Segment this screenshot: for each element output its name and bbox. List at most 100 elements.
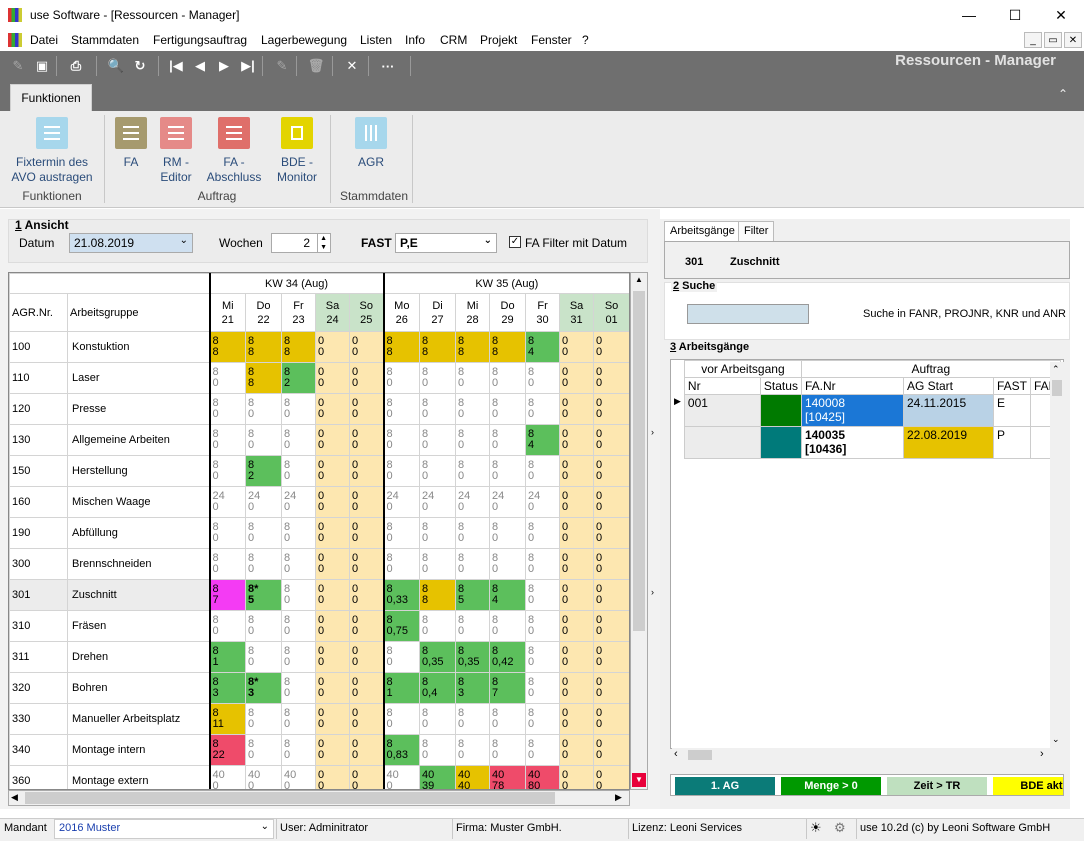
menu-stammdaten[interactable]: Stammdaten [71, 33, 139, 47]
capacity-cell[interactable]: 80 [525, 455, 561, 487]
capacity-cell[interactable]: 80 [525, 641, 561, 673]
capacity-cell[interactable]: 00 [315, 765, 350, 789]
column-agr-nr[interactable]: AGR.Nr. [9, 293, 68, 332]
fixtermin-button[interactable]: Fixtermin des AVO austragen [10, 117, 94, 185]
capacity-cell[interactable]: 80 [281, 393, 316, 425]
grid-horizontal-scrollbar[interactable]: ◀ ▶ [8, 790, 630, 806]
scroll-down-icon[interactable]: ▼ [632, 773, 646, 787]
table-row[interactable]: 130 Allgemeine Arbeiten 8 0 8 0 8 0 0 0 0 0 8 0 8 0 8 0 8 0… [9, 424, 629, 456]
capacity-cell[interactable]: 88 [489, 331, 527, 363]
capacity-cell[interactable]: 80 [419, 517, 457, 549]
capacity-cell[interactable]: 8 0,33 [383, 579, 421, 611]
scroll-right-icon[interactable]: ▶ [615, 792, 622, 803]
capacity-cell[interactable]: 85 [455, 579, 491, 611]
ag-row[interactable]: 140035 [10436] 22.08.2019 P [671, 426, 1061, 459]
capacity-cell[interactable]: 88 [419, 579, 457, 611]
capacity-cell[interactable]: 8 0,4 [419, 672, 457, 704]
menu-projekt[interactable]: Projekt [480, 33, 517, 47]
capacity-cell[interactable]: 00 [315, 331, 350, 363]
scroll-up-icon[interactable]: ⌃ [1052, 364, 1060, 375]
capacity-cell[interactable]: 80 [209, 362, 246, 394]
table-row[interactable]: 311 Drehen 8 1 8 0 8 0 0 0 0 0 8 0 8 0,35 8 0,35 8 0,42 8 0 0 0… [9, 641, 629, 673]
capacity-cell[interactable]: 8* 3 [245, 672, 282, 704]
table-row[interactable]: 301 Zuschnitt 8 7 8* 5 8 0 0 0 0 0 8 0,33 8 8 8 5 8 4 8 0 0 0 0 0 [9, 579, 629, 611]
capacity-cell[interactable]: 80 [281, 610, 316, 642]
capacity-cell[interactable]: 80 [489, 734, 527, 766]
grid-scroll-thumb[interactable] [633, 291, 645, 631]
table-row[interactable]: 300 Brennschneiden 8 0 8 0 8 0 0 0 0 0 8 0 8 0 8 0 8 0 8 0 0 0 0… [9, 548, 629, 580]
table-row[interactable]: 320 Bohren 8 3 8* 3 8 0 0 0 0 0 8 1 8 0,4 8 3 8 7 8 0 0 0 0 0 [9, 672, 629, 704]
capacity-cell[interactable]: 80 [245, 548, 282, 580]
capacity-cell[interactable]: 00 [559, 703, 595, 735]
capacity-cell[interactable]: 80 [455, 393, 491, 425]
capacity-cell[interactable]: 80 [383, 517, 421, 549]
capacity-cell[interactable]: 00 [593, 734, 629, 766]
more-icon[interactable]: ··· [378, 56, 398, 76]
cancel-icon[interactable]: ✕ [342, 56, 362, 76]
capacity-cell[interactable]: 40 0 [209, 765, 246, 789]
capacity-cell[interactable]: 00 [593, 765, 629, 789]
capacity-cell[interactable]: 80 [419, 424, 457, 456]
tab-filter[interactable]: Filter [738, 221, 775, 241]
day-header[interactable]: Di 27 [419, 293, 457, 332]
capacity-cell[interactable]: 00 [559, 672, 595, 704]
capacity-cell[interactable]: 80 [281, 703, 316, 735]
capacity-cell[interactable]: 80 [525, 548, 561, 580]
capacity-cell[interactable]: 00 [315, 424, 350, 456]
ag-fanr-cell[interactable]: 140008 [10425] [800, 394, 904, 427]
capacity-cell[interactable]: 80 [489, 393, 527, 425]
capacity-cell[interactable]: 00 [559, 765, 595, 789]
ag-column-nr[interactable]: Nr [683, 377, 761, 395]
capacity-cell[interactable]: 00 [348, 672, 385, 704]
capacity-cell[interactable]: 80 [525, 579, 561, 611]
menu-listen[interactable]: Listen [360, 33, 392, 47]
maximize-window-button[interactable]: ☐ [992, 0, 1038, 30]
next-record-icon[interactable]: ▶ [214, 56, 234, 76]
table-row[interactable]: 340 Montage intern 8 22 8 0 8 0 0 0 0 0 8 0,83 8 0 8 0 8 0 8… [9, 734, 629, 766]
capacity-cell[interactable]: 8 0,35 [419, 641, 457, 673]
column-arbeitsgruppe[interactable]: Arbeitsgruppe [67, 293, 211, 332]
capacity-cell[interactable]: 80 [419, 362, 457, 394]
capacity-cell[interactable]: 00 [593, 331, 629, 363]
capacity-cell[interactable]: 84 [525, 331, 561, 363]
capacity-cell[interactable]: 00 [348, 486, 385, 518]
fa-abschluss-button[interactable]: FA - Abschluss [204, 117, 264, 185]
capacity-cell[interactable]: 82 [281, 362, 316, 394]
datum-field[interactable]: 21.08.2019 ⌄ [69, 233, 193, 253]
chevron-down-icon[interactable]: ⌄ [484, 235, 492, 246]
menu-crm[interactable]: CRM [440, 33, 467, 47]
capacity-cell[interactable]: 80 [209, 393, 246, 425]
capacity-cell[interactable]: 00 [593, 548, 629, 580]
chevron-down-icon[interactable]: ⌄ [261, 821, 269, 832]
suche-input[interactable] [687, 304, 809, 324]
scroll-up-icon[interactable]: ▲ [633, 275, 645, 289]
capacity-cell[interactable]: 80 [245, 610, 282, 642]
capacity-cell[interactable]: 8 11 [209, 703, 246, 735]
capacity-cell[interactable]: 00 [593, 517, 629, 549]
capacity-cell[interactable]: 80 [525, 362, 561, 394]
capacity-cell[interactable]: 00 [315, 362, 350, 394]
capacity-cell[interactable]: 80 [281, 672, 316, 704]
capacity-cell[interactable]: 80 [489, 548, 527, 580]
capacity-cell[interactable]: 00 [593, 579, 629, 611]
capacity-cell[interactable]: 80 [419, 393, 457, 425]
capacity-cell[interactable]: 80 [209, 548, 246, 580]
capacity-cell[interactable]: 80 [525, 610, 561, 642]
capacity-cell[interactable]: 00 [348, 703, 385, 735]
ag-vertical-scrollbar[interactable]: ⌃ ⌄ [1050, 362, 1064, 750]
ag-column-status[interactable]: Status [759, 377, 802, 395]
capacity-cell[interactable]: 00 [348, 517, 385, 549]
agr-button[interactable]: AGR [346, 117, 396, 170]
capacity-cell[interactable]: 88 [281, 331, 316, 363]
first-record-icon[interactable]: |◀ [166, 56, 186, 76]
capacity-cell[interactable]: 24 0 [455, 486, 491, 518]
capacity-cell[interactable]: 80 [281, 548, 316, 580]
capacity-cell[interactable]: 00 [315, 579, 350, 611]
capacity-cell[interactable]: 40 80 [525, 765, 561, 789]
capacity-cell[interactable]: 00 [348, 393, 385, 425]
capacity-cell[interactable]: 80 [455, 362, 491, 394]
tab-funktionen[interactable]: Funktionen [10, 84, 92, 111]
grid-vertical-scrollbar[interactable]: ▲ ▼ [630, 272, 648, 790]
day-header[interactable]: Do 29 [489, 293, 527, 332]
capacity-cell[interactable]: 40 39 [419, 765, 457, 789]
